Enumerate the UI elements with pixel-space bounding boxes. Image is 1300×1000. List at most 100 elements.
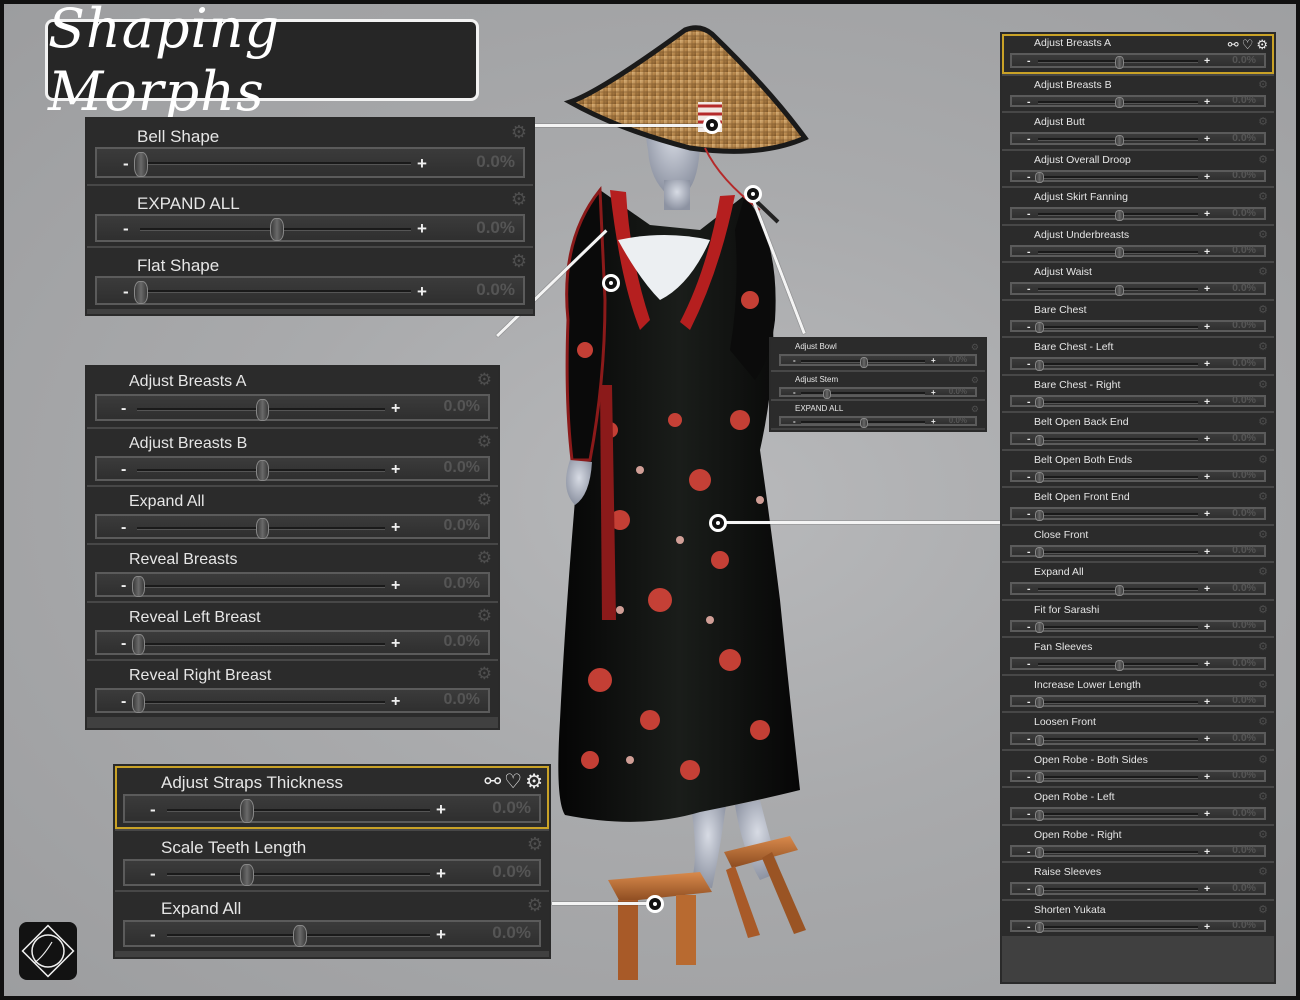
- morph-slider[interactable]: - +0.0%: [1010, 619, 1266, 634]
- decrement-button[interactable]: -: [1027, 696, 1031, 708]
- increment-button[interactable]: +: [1204, 546, 1210, 558]
- morph-slider[interactable]: - +0.0%: [779, 416, 977, 428]
- gear-icon[interactable]: ⚙: [1258, 342, 1268, 353]
- increment-button[interactable]: +: [1204, 471, 1210, 483]
- decrement-button[interactable]: -: [123, 155, 129, 172]
- morph-row[interactable]: Shorten Yukata ⚙ - +0.0%: [1002, 898, 1274, 936]
- morph-row[interactable]: Bare Chest - Right ⚙ - +0.0%: [1002, 373, 1274, 411]
- decrement-button[interactable]: -: [1027, 509, 1031, 520]
- decrement-button[interactable]: -: [1027, 921, 1031, 933]
- morph-row[interactable]: Adjust Stem ⚙ - +0.0%: [771, 370, 985, 399]
- morph-row[interactable]: Reveal Left Breast ⚙ - +0.0%: [87, 601, 498, 659]
- morph-slider[interactable]: - +0.0%: [123, 859, 541, 886]
- gear-icon[interactable]: ⚙: [971, 343, 979, 352]
- gear-icon[interactable]: ⚙: [477, 491, 492, 508]
- morph-slider[interactable]: - +0.0%: [1010, 732, 1266, 746]
- morph-slider[interactable]: - +0.0%: [1010, 357, 1266, 371]
- decrement-button[interactable]: -: [793, 357, 796, 365]
- slider-knob[interactable]: [1114, 659, 1124, 671]
- slider-knob[interactable]: [131, 634, 145, 655]
- decrement-button[interactable]: -: [121, 577, 126, 594]
- morph-slider[interactable]: - +0.0%: [95, 213, 525, 242]
- increment-button[interactable]: +: [391, 635, 400, 652]
- slider-knob[interactable]: [134, 151, 148, 177]
- decrement-button[interactable]: -: [1027, 96, 1031, 108]
- morph-row[interactable]: Bell Shape ⚙ - +0.0%: [87, 119, 533, 184]
- increment-button[interactable]: +: [391, 577, 400, 594]
- gear-icon[interactable]: ⚙: [1258, 867, 1268, 878]
- morph-row[interactable]: Loosen Front ⚙ - +0.0%: [1002, 711, 1274, 749]
- gear-icon[interactable]: ⚙: [525, 769, 543, 794]
- morph-slider[interactable]: - +0.0%: [1010, 432, 1266, 446]
- increment-button[interactable]: +: [391, 519, 400, 536]
- increment-button[interactable]: +: [1204, 809, 1210, 820]
- morph-row[interactable]: Adjust Skirt Fanning ⚙ - +0.0%: [1002, 186, 1274, 224]
- increment-button[interactable]: +: [1204, 396, 1210, 408]
- morph-slider[interactable]: - +0.0%: [1010, 844, 1266, 859]
- gear-icon[interactable]: ⚙: [971, 405, 979, 414]
- morph-row[interactable]: Adjust Straps Thickness ⚯ ♡ ⚙ - +0.0%: [115, 766, 549, 829]
- morph-slider[interactable]: - +0.0%: [123, 920, 541, 947]
- morph-slider[interactable]: - +0.0%: [95, 688, 490, 713]
- heart-icon[interactable]: ♡: [504, 769, 522, 794]
- gear-icon[interactable]: ⚙: [477, 433, 492, 450]
- morph-slider[interactable]: - +0.0%: [1010, 582, 1266, 596]
- gear-icon[interactable]: ⚙: [1258, 529, 1268, 541]
- decrement-button[interactable]: -: [1027, 809, 1031, 820]
- decrement-button[interactable]: -: [1027, 209, 1031, 220]
- morph-row[interactable]: Open Robe - Both Sides ⚙ - +0.0%: [1002, 748, 1274, 786]
- gear-icon[interactable]: ⚙: [527, 835, 543, 853]
- slider-knob[interactable]: [1034, 547, 1044, 559]
- slider-knob[interactable]: [1034, 434, 1044, 446]
- morph-row[interactable]: Expand All ⚙ - +0.0%: [1002, 561, 1274, 599]
- gear-icon[interactable]: ⚙: [477, 665, 492, 682]
- slider-knob[interactable]: [1034, 472, 1044, 484]
- gear-icon[interactable]: ⚙: [1258, 792, 1268, 803]
- slider-knob[interactable]: [255, 460, 269, 481]
- increment-button[interactable]: +: [417, 220, 427, 237]
- gear-icon[interactable]: ⚙: [477, 371, 492, 388]
- increment-button[interactable]: +: [1204, 846, 1210, 858]
- morph-row[interactable]: Adjust Butt ⚙ - +0.0%: [1002, 111, 1274, 149]
- increment-button[interactable]: +: [436, 926, 446, 943]
- gear-icon[interactable]: ⚙: [1258, 567, 1268, 578]
- decrement-button[interactable]: -: [1027, 359, 1031, 370]
- morph-row[interactable]: EXPAND ALL ⚙ - +0.0%: [87, 183, 533, 246]
- morph-slider[interactable]: - +0.0%: [1010, 282, 1266, 296]
- increment-button[interactable]: +: [1204, 434, 1210, 445]
- slider-knob[interactable]: [1034, 172, 1044, 184]
- slider-knob[interactable]: [255, 518, 269, 539]
- decrement-button[interactable]: -: [1027, 734, 1031, 745]
- slider-knob[interactable]: [1034, 359, 1044, 371]
- morph-row[interactable]: EXPAND ALL ⚙ - +0.0%: [771, 399, 985, 428]
- morph-row[interactable]: Belt Open Front End ⚙ - +0.0%: [1002, 486, 1274, 524]
- increment-button[interactable]: +: [1204, 359, 1210, 370]
- slider-knob[interactable]: [1034, 734, 1044, 746]
- gear-icon[interactable]: ⚙: [1258, 417, 1268, 428]
- gear-icon[interactable]: ⚙: [527, 896, 543, 914]
- gear-icon[interactable]: ⚙: [1258, 192, 1268, 203]
- morph-slider[interactable]: - +0.0%: [1010, 53, 1266, 69]
- morph-row[interactable]: Reveal Breasts ⚙ - +0.0%: [87, 543, 498, 601]
- decrement-button[interactable]: -: [150, 865, 156, 882]
- slider-knob[interactable]: [134, 280, 148, 304]
- increment-button[interactable]: +: [436, 801, 446, 818]
- gear-icon[interactable]: ⚙: [1258, 379, 1268, 391]
- morph-slider[interactable]: - +0.0%: [1010, 169, 1266, 184]
- increment-button[interactable]: +: [1204, 246, 1210, 258]
- increment-button[interactable]: +: [391, 461, 400, 478]
- gear-icon[interactable]: ⚙: [1258, 304, 1268, 316]
- morph-row[interactable]: Open Robe - Left ⚙ - +0.0%: [1002, 786, 1274, 824]
- decrement-button[interactable]: -: [1027, 246, 1031, 258]
- increment-button[interactable]: +: [1204, 921, 1210, 933]
- gear-icon[interactable]: ⚙: [1258, 229, 1268, 241]
- morph-row[interactable]: Expand All ⚙ - +0.0%: [87, 485, 498, 543]
- gear-icon[interactable]: ⚙: [511, 252, 527, 270]
- slider-knob[interactable]: [292, 924, 307, 947]
- morph-slider[interactable]: - +0.0%: [1010, 244, 1266, 259]
- morph-slider[interactable]: - +0.0%: [95, 456, 490, 481]
- slider-knob[interactable]: [1114, 134, 1124, 146]
- gear-icon[interactable]: ⚙: [511, 123, 527, 141]
- slider-knob[interactable]: [1034, 847, 1044, 859]
- slider-knob[interactable]: [1034, 809, 1044, 821]
